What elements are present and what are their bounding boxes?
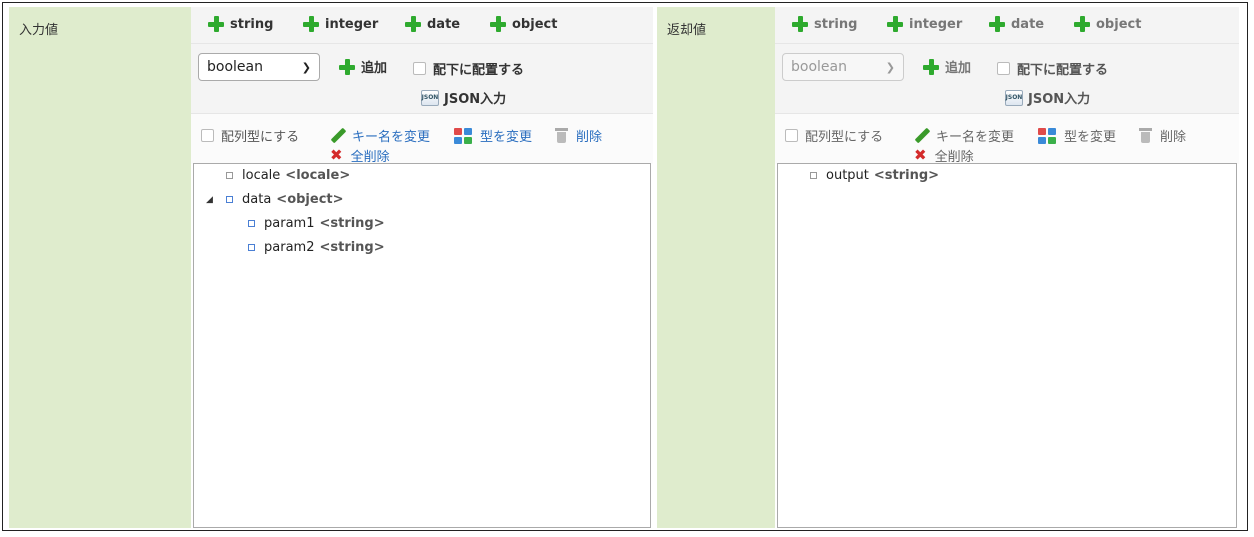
output-add-integer-button[interactable]: integer (887, 16, 962, 32)
plus-icon (208, 16, 224, 32)
collapse-triangle-icon[interactable]: ◢ (206, 195, 213, 205)
input-rename-key-button[interactable]: キー名を変更 (330, 126, 430, 145)
input-json-button[interactable]: JSON JSON入力 (421, 88, 506, 107)
input-label-cell: 入力値 (9, 7, 191, 528)
input-delete-button[interactable]: 削除 (555, 126, 602, 145)
output-change-type-button[interactable]: 型を変更 (1038, 126, 1116, 145)
trash-icon (1139, 128, 1152, 143)
input-add-toolbar: boolean ❯ 追加 配下に配置する JSON JSON入力 (191, 43, 653, 114)
json-icon: JSON (421, 89, 439, 106)
input-add-date-button[interactable]: date (405, 16, 460, 32)
output-label-cell: 返却値 (657, 7, 775, 528)
output-add-date-button[interactable]: date (989, 16, 1044, 32)
close-icon: ✖ (330, 146, 343, 164)
plus-icon (490, 16, 506, 32)
checkbox[interactable] (201, 129, 214, 142)
plus-icon (339, 58, 355, 75)
pencil-icon (330, 128, 346, 144)
plus-icon (303, 16, 319, 32)
input-add-integer-button[interactable]: integer (303, 16, 378, 32)
object-node-icon (226, 196, 233, 203)
input-tree[interactable]: locale <locale> ◢ data <object> param1 <str… (193, 163, 651, 528)
output-array-checkbox[interactable]: 配列型にする (785, 126, 883, 145)
tree-node-locale[interactable]: locale <locale> (226, 168, 350, 183)
chevron-down-icon: ❯ (885, 60, 895, 74)
plus-icon (1074, 16, 1090, 32)
plus-icon (792, 16, 808, 32)
input-label: 入力値 (19, 23, 59, 38)
tree-node-output[interactable]: output <string> (810, 168, 939, 183)
input-action-toolbar: 配列型にする キー名を変更 型を変更 削除 ✖ 全削除 (191, 113, 653, 165)
plus-icon (989, 16, 1005, 32)
input-add-string-button[interactable]: string (208, 16, 273, 32)
trash-icon (555, 128, 568, 143)
close-icon: ✖ (914, 146, 927, 164)
input-add-button[interactable]: 追加 (339, 57, 387, 76)
output-panel: string integer date object boolean ❯ 追加 配… (775, 7, 1239, 528)
plus-icon (887, 16, 903, 32)
input-add-object-button[interactable]: object (490, 16, 557, 32)
input-change-type-button[interactable]: 型を変更 (454, 126, 532, 145)
output-rename-key-button[interactable]: キー名を変更 (914, 126, 1014, 145)
output-add-button[interactable]: 追加 (923, 57, 971, 76)
swap-icon (1038, 127, 1058, 144)
output-json-button[interactable]: JSON JSON入力 (1005, 88, 1090, 107)
output-type-toolbar: string integer date object (775, 7, 1239, 43)
checkbox[interactable] (413, 62, 426, 75)
output-type-select[interactable]: boolean ❯ (782, 53, 904, 81)
schema-editor: 入力値 string integer date object boolean ❯ … (2, 2, 1248, 531)
tree-node-data[interactable]: data <object> (226, 192, 344, 207)
output-place-under-checkbox[interactable]: 配下に配置する (997, 59, 1108, 78)
input-array-checkbox[interactable]: 配列型にする (201, 126, 299, 145)
checkbox[interactable] (997, 62, 1010, 75)
input-type-toolbar: string integer date object (191, 7, 653, 43)
output-add-string-button[interactable]: string (792, 16, 857, 32)
output-delete-button[interactable]: 削除 (1139, 126, 1186, 145)
input-place-under-checkbox[interactable]: 配下に配置する (413, 59, 524, 78)
output-label: 返却値 (667, 23, 707, 38)
leaf-node-icon (810, 172, 817, 179)
chevron-down-icon: ❯ (301, 60, 311, 74)
output-action-toolbar: 配列型にする キー名を変更 型を変更 削除 ✖ 全削除 (775, 113, 1239, 165)
plus-icon (923, 58, 939, 75)
tree-node-param1[interactable]: param1 <string> (248, 216, 385, 231)
output-tree[interactable]: output <string> (777, 163, 1237, 528)
swap-icon (454, 127, 474, 144)
leaf-node-icon (248, 244, 255, 251)
leaf-node-icon (248, 220, 255, 227)
output-add-object-button[interactable]: object (1074, 16, 1141, 32)
tree-node-param2[interactable]: param2 <string> (248, 240, 385, 255)
pencil-icon (914, 128, 930, 144)
plus-icon (405, 16, 421, 32)
json-icon: JSON (1005, 89, 1023, 106)
output-add-toolbar: boolean ❯ 追加 配下に配置する JSON JSON入力 (775, 43, 1239, 114)
checkbox[interactable] (785, 129, 798, 142)
leaf-node-icon (226, 172, 233, 179)
input-panel: string integer date object boolean ❯ 追加 配… (191, 7, 653, 528)
input-type-select[interactable]: boolean ❯ (198, 53, 320, 81)
